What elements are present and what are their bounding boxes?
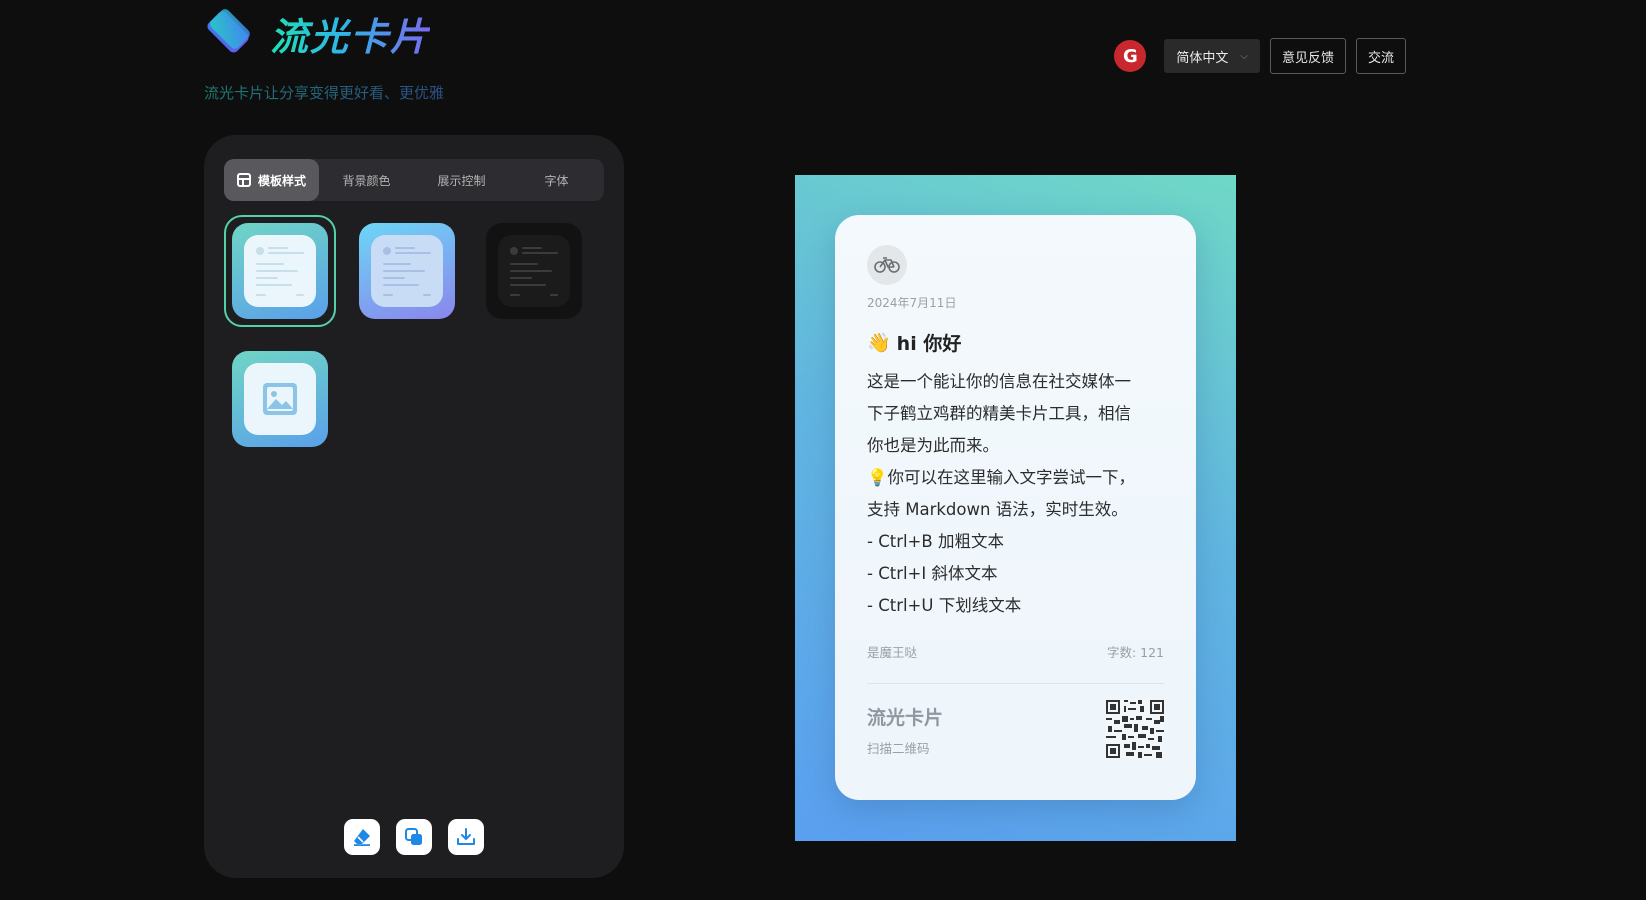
card-line: - Ctrl+B 加粗文本 (867, 532, 1004, 551)
card-heading-text: hi 你好 (896, 333, 962, 355)
tab-display[interactable]: 展示控制 (414, 159, 509, 201)
topbar: G 简体中文 ⌵ 意见反馈 交流 (1114, 38, 1406, 74)
community-button[interactable]: 交流 (1355, 38, 1406, 74)
template-thumbnail (498, 235, 570, 307)
card-date: 2024年7月11日 (867, 296, 957, 310)
template-purple-gradient[interactable] (359, 223, 455, 319)
card-footer-title: 流光卡片 (867, 707, 944, 729)
card-line: 这是一个能让你的信息在社交媒体一 (867, 372, 1131, 391)
slogan: 流光卡片让分享变得更好看、更优雅 (204, 84, 445, 102)
template-thumbnail (244, 235, 316, 307)
card-footer-subtitle: 扫描二维码 (867, 741, 930, 756)
download-button[interactable] (448, 819, 484, 855)
card-author: 是魔王哒 (867, 645, 918, 660)
template-dark[interactable] (486, 223, 582, 319)
template-light-gradient[interactable] (224, 215, 336, 327)
avatar (867, 245, 907, 285)
brand-logo-icon (204, 8, 256, 60)
tab-label: 背景颜色 (342, 173, 391, 188)
card-heading: 👋 hi 你好 (867, 329, 961, 356)
card-line: 支持 Markdown 语法，实时生效。 (867, 500, 1128, 519)
image-icon (263, 383, 297, 415)
card-line: - Ctrl+I 斜体文本 (867, 564, 998, 583)
feedback-button[interactable]: 意见反馈 (1269, 38, 1346, 74)
waving-hand-icon: 👋 (867, 332, 891, 354)
tab-templates[interactable]: 模板样式 (224, 159, 319, 201)
template-thumbnail (244, 363, 316, 435)
card-line: - Ctrl+U 下划线文本 (867, 596, 1022, 615)
card-line: 你也是为此而来。 (867, 436, 999, 455)
template-image[interactable] (232, 351, 328, 447)
template-thumbnail (371, 235, 443, 307)
template-icon (236, 173, 251, 187)
chevron-down-icon: ⌵ (1240, 50, 1248, 62)
download-icon (457, 828, 475, 845)
bicycle-icon (874, 257, 900, 273)
copy-icon (405, 828, 422, 845)
copy-button[interactable] (396, 819, 432, 855)
reset-button[interactable] (344, 819, 380, 855)
eraser-icon (354, 829, 370, 846)
tab-font[interactable]: 字体 (509, 159, 604, 201)
card-divider (867, 683, 1164, 684)
card-body: 这是一个能让你的信息在社交媒体一 下子鹤立鸡群的精美卡片工具，相信 你也是为此而… (867, 366, 1167, 622)
card-preview: 2024年7月11日 👋 hi 你好 这是一个能让你的信息在社交媒体一 下子鹤立… (795, 175, 1236, 841)
tab-label: 模板样式 (257, 173, 306, 188)
tab-label: 展示控制 (437, 173, 486, 188)
tab-label: 字体 (544, 173, 569, 188)
card-meta: 是魔王哒 字数: 121 (867, 642, 1164, 661)
language-select-value: 简体中文 (1176, 50, 1229, 66)
brand-title: 流光卡片 (270, 6, 430, 61)
card-line: 💡你可以在这里输入文字尝试一下， (867, 468, 1136, 487)
card-line: 下子鹤立鸡群的精美卡片工具，相信 (867, 404, 1131, 423)
language-select[interactable]: 简体中文 ⌵ (1164, 39, 1260, 73)
qr-code-icon (1106, 700, 1164, 758)
brand: 流光卡片 (204, 6, 430, 61)
settings-panel: 模板样式 背景颜色 展示控制 字体 (204, 135, 624, 878)
gitee-logo-icon[interactable]: G (1114, 40, 1147, 72)
panel-actions (204, 819, 624, 855)
tab-background[interactable]: 背景颜色 (319, 159, 414, 201)
word-count: 字数: 121 (1106, 645, 1164, 660)
settings-tabs: 模板样式 背景颜色 展示控制 字体 (224, 159, 604, 201)
card[interactable]: 2024年7月11日 👋 hi 你好 这是一个能让你的信息在社交媒体一 下子鹤立… (835, 215, 1196, 800)
